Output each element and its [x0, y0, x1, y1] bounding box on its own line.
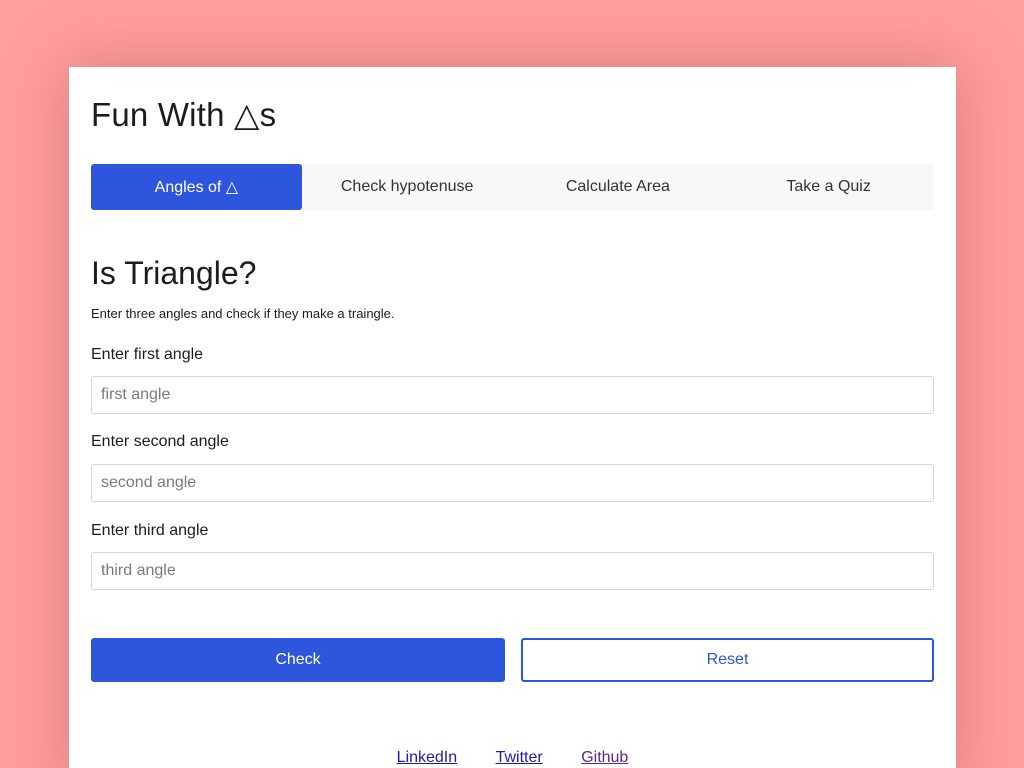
tab-take-quiz[interactable]: Take a Quiz	[723, 164, 934, 210]
github-link[interactable]: Github	[581, 749, 628, 767]
check-button[interactable]: Check	[91, 638, 505, 682]
twitter-link[interactable]: Twitter	[496, 749, 543, 767]
third-angle-input[interactable]	[91, 552, 934, 590]
reset-button[interactable]: Reset	[521, 638, 934, 682]
first-angle-label: Enter first angle	[91, 346, 204, 363]
tab-check-hypotenuse[interactable]: Check hypotenuse	[302, 164, 513, 210]
third-angle-label: Enter third angle	[91, 522, 209, 539]
second-angle-input[interactable]	[91, 464, 934, 502]
main-card: Fun With △s Angles of △ Check hypotenuse…	[69, 67, 956, 768]
second-angle-label: Enter second angle	[91, 433, 229, 450]
tab-angles[interactable]: Angles of △	[91, 164, 302, 210]
section-description: Enter three angles and check if they mak…	[91, 306, 395, 321]
section-title: Is Triangle?	[91, 255, 257, 291]
linkedin-link[interactable]: LinkedIn	[397, 749, 458, 767]
tab-calculate-area[interactable]: Calculate Area	[513, 164, 724, 210]
tab-bar: Angles of △ Check hypotenuse Calculate A…	[91, 164, 934, 210]
first-angle-input[interactable]	[91, 376, 934, 414]
footer: LinkedIn Twitter Github	[69, 749, 956, 767]
app-title: Fun With △s	[91, 96, 277, 133]
